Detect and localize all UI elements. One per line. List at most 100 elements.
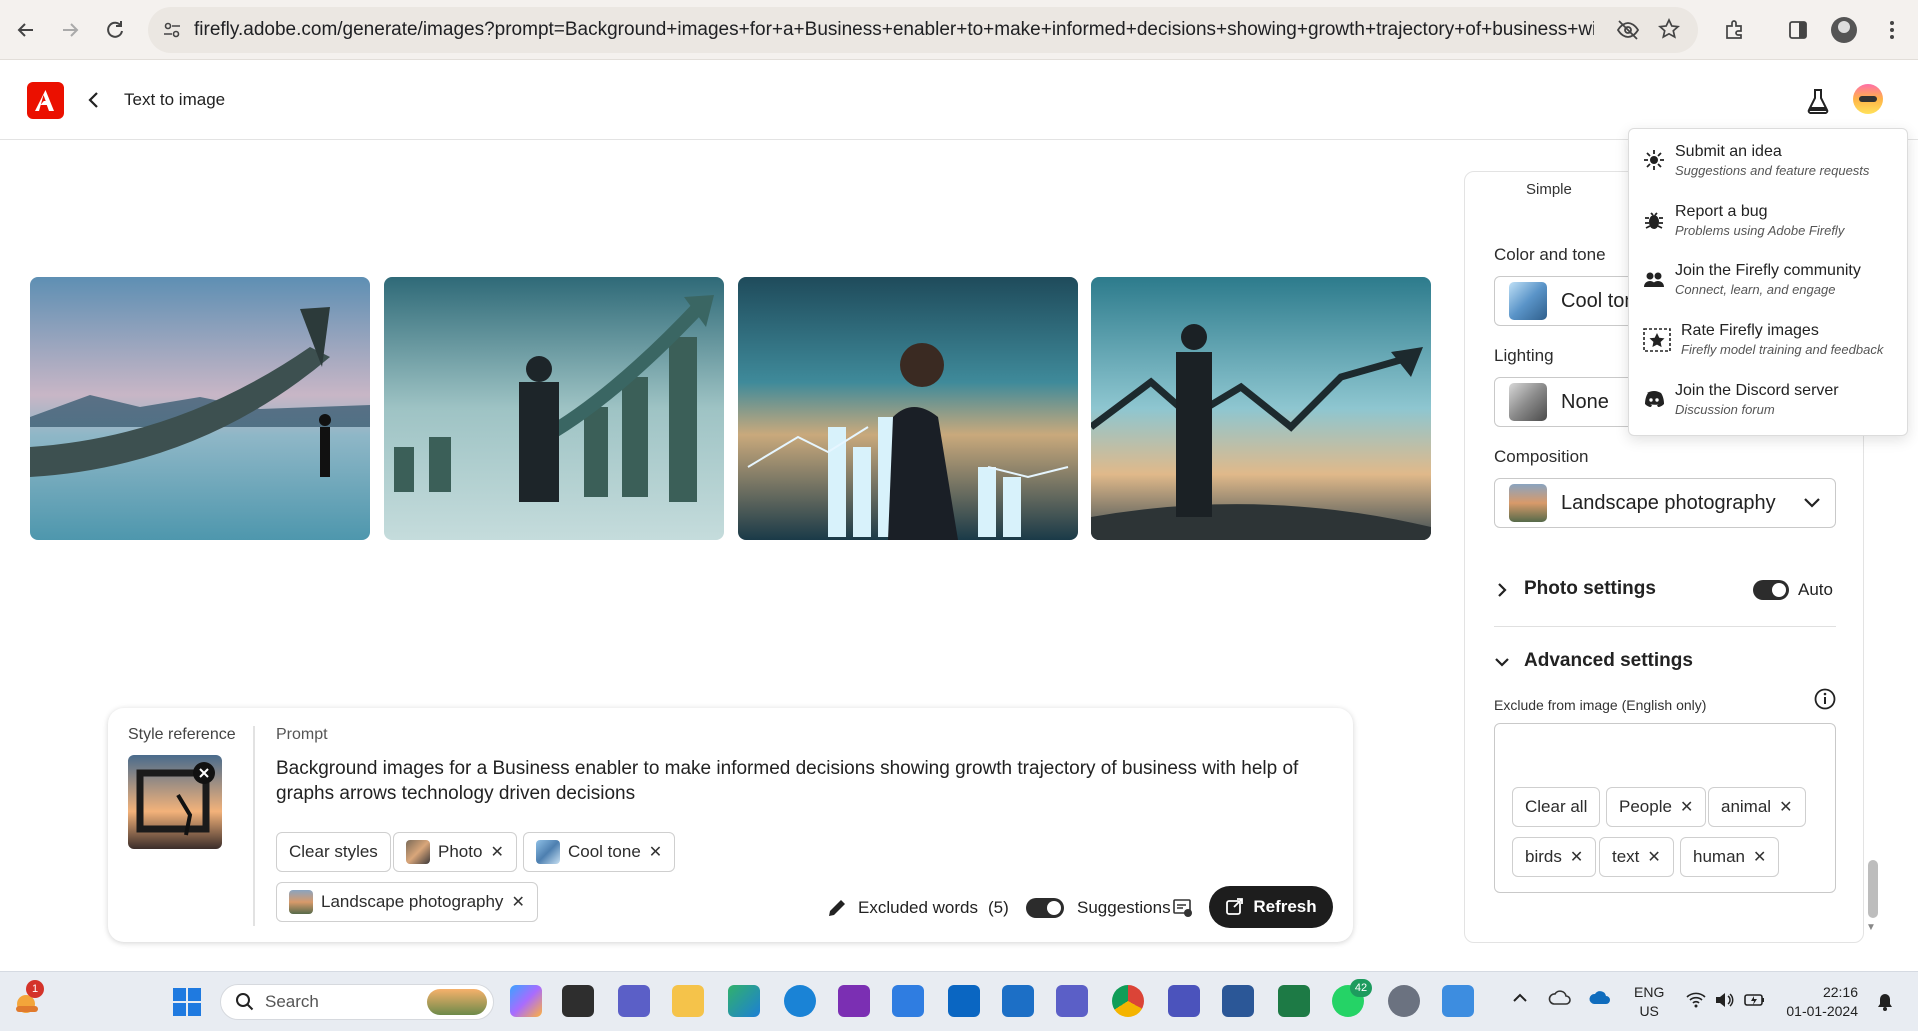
file-explorer-icon[interactable] [672, 985, 704, 1017]
language-indicator[interactable]: ENG US [1634, 983, 1664, 1021]
tab-simple[interactable]: Simple [1526, 181, 1572, 198]
community-icon [1643, 268, 1665, 290]
eye-slash-icon[interactable] [1616, 19, 1640, 41]
menu-item-report-bug[interactable]: Report a bug Problems using Adobe Firefly [1629, 193, 1909, 251]
battery-icon[interactable] [1744, 991, 1766, 1009]
back-arrow-icon[interactable] [8, 12, 44, 48]
cool-tone-swatch-icon [1509, 282, 1547, 320]
teams-new-icon[interactable] [1168, 985, 1200, 1017]
info-icon[interactable] [1814, 688, 1836, 710]
windows-start-icon[interactable] [172, 987, 202, 1017]
onenote-icon[interactable] [838, 985, 870, 1017]
composition-dropdown[interactable]: Landscape photography [1494, 478, 1836, 528]
generated-image-2[interactable] [384, 277, 724, 540]
remove-chip-icon[interactable]: ✕ [511, 892, 524, 912]
page-title[interactable]: Text to image [124, 90, 225, 110]
volume-icon[interactable] [1714, 991, 1734, 1009]
remove-chip-icon[interactable]: ✕ [1779, 797, 1792, 817]
chip-label: Clear all [1525, 797, 1588, 816]
address-bar[interactable]: firefly.adobe.com/generate/images?prompt… [148, 7, 1698, 53]
refresh-button[interactable]: Refresh [1209, 886, 1333, 928]
chip-label: People [1619, 797, 1672, 816]
taskbar-search[interactable]: Search [220, 984, 494, 1020]
generated-image-3[interactable] [738, 277, 1078, 540]
discord-icon [1643, 388, 1665, 410]
teams-work-icon[interactable] [1056, 985, 1088, 1017]
style-chip-landscape-photography[interactable]: Landscape photography ✕ [276, 882, 538, 922]
composition-value: Landscape photography [1561, 491, 1776, 514]
prompt-input[interactable]: Background images for a Business enabler… [276, 756, 1336, 806]
remove-chip-icon[interactable]: ✕ [1680, 797, 1693, 817]
back-chevron-icon[interactable] [86, 90, 102, 110]
clear-all-button[interactable]: Clear all [1512, 787, 1601, 827]
exclude-chip-birds[interactable]: birds ✕ [1512, 837, 1597, 877]
excel-icon[interactable] [1278, 985, 1310, 1017]
menu-item-title: Rate Firefly images [1681, 322, 1819, 339]
site-info-icon[interactable] [162, 20, 182, 40]
style-chip-cool-tone[interactable]: Cool tone ✕ [523, 832, 676, 872]
exclude-chip-animal[interactable]: animal ✕ [1708, 787, 1806, 827]
menu-item-rate-images[interactable]: Rate Firefly images Firefly model trainin… [1629, 312, 1909, 370]
linkedin-icon[interactable] [948, 985, 980, 1017]
advanced-settings-header[interactable]: Advanced settings [1524, 650, 1693, 672]
chrome-icon[interactable] [1112, 985, 1144, 1017]
excluded-words-button[interactable]: Excluded words (5) [858, 898, 1009, 918]
notifications-bell-icon[interactable] [1876, 992, 1894, 1012]
remove-chip-icon[interactable]: ✕ [1753, 847, 1766, 867]
edge-icon[interactable] [728, 985, 760, 1017]
scroll-down-icon[interactable]: ▼ [1866, 922, 1876, 933]
forward-arrow-icon[interactable] [52, 12, 88, 48]
panel-scrollbar-thumb[interactable] [1868, 860, 1878, 918]
exclude-chip-people[interactable]: People ✕ [1606, 787, 1707, 827]
photo-settings-auto-toggle[interactable] [1753, 580, 1789, 600]
chevron-down-icon[interactable] [1494, 656, 1510, 668]
clock[interactable]: 22:16 01-01-2024 [1780, 983, 1858, 1021]
suggestions-label: Suggestions [1077, 898, 1171, 917]
exclude-chip-text[interactable]: text ✕ [1599, 837, 1674, 877]
photo-settings-header[interactable]: Photo settings [1524, 578, 1656, 600]
todo-icon[interactable] [892, 985, 924, 1017]
suggestions-toggle[interactable] [1026, 898, 1064, 918]
reload-icon[interactable] [97, 12, 133, 48]
generated-image-1[interactable] [30, 277, 370, 540]
profile-avatar[interactable] [1831, 17, 1857, 43]
remove-style-reference-icon[interactable] [193, 762, 215, 784]
word-icon[interactable] [1222, 985, 1254, 1017]
remove-chip-icon[interactable]: ✕ [1647, 847, 1660, 867]
clear-styles-button[interactable]: Clear styles [276, 832, 391, 872]
remove-chip-icon[interactable]: ✕ [649, 842, 662, 862]
onedrive-icon[interactable] [1588, 990, 1612, 1006]
landscape-swatch-icon [289, 890, 313, 914]
settings-gear-icon[interactable] [1388, 985, 1420, 1017]
user-avatar[interactable] [1853, 84, 1883, 114]
labs-flask-icon[interactable] [1806, 88, 1830, 114]
menu-item-join-discord[interactable]: Join the Discord server Discussion forum [1629, 372, 1909, 430]
menu-item-title: Join the Discord server [1675, 382, 1839, 399]
menu-item-submit-idea[interactable]: Submit an idea Suggestions and feature re… [1629, 133, 1909, 191]
remove-chip-icon[interactable]: ✕ [490, 842, 503, 862]
bookmark-star-icon[interactable] [1658, 18, 1680, 40]
browser-toolbar: firefly.adobe.com/generate/images?prompt… [0, 0, 1918, 60]
side-panel-icon[interactable] [1780, 12, 1816, 48]
chevron-right-icon[interactable] [1496, 582, 1508, 598]
task-view-icon[interactable] [562, 985, 594, 1017]
maps-icon[interactable] [784, 985, 816, 1017]
style-chip-photo[interactable]: Photo ✕ [393, 832, 517, 872]
generated-image-4[interactable] [1091, 277, 1431, 540]
photos-icon[interactable] [1442, 985, 1474, 1017]
outlook-icon[interactable] [1002, 985, 1034, 1017]
extensions-icon[interactable] [1716, 12, 1752, 48]
exclude-chip-human[interactable]: human ✕ [1680, 837, 1780, 877]
teams-icon[interactable] [618, 985, 650, 1017]
menu-item-title: Report a bug [1675, 203, 1768, 220]
chip-label: Clear styles [289, 842, 378, 861]
suggestions-settings-icon[interactable] [1172, 897, 1194, 919]
wifi-icon[interactable] [1686, 992, 1706, 1008]
adobe-logo[interactable] [27, 82, 64, 119]
menu-item-join-community[interactable]: Join the Firefly community Connect, learn… [1629, 252, 1909, 310]
remove-chip-icon[interactable]: ✕ [1570, 847, 1583, 867]
chevron-up-icon[interactable] [1512, 992, 1528, 1004]
cloud-icon[interactable] [1548, 990, 1572, 1006]
more-vert-icon[interactable] [1874, 12, 1910, 48]
copilot-icon[interactable] [510, 985, 542, 1017]
